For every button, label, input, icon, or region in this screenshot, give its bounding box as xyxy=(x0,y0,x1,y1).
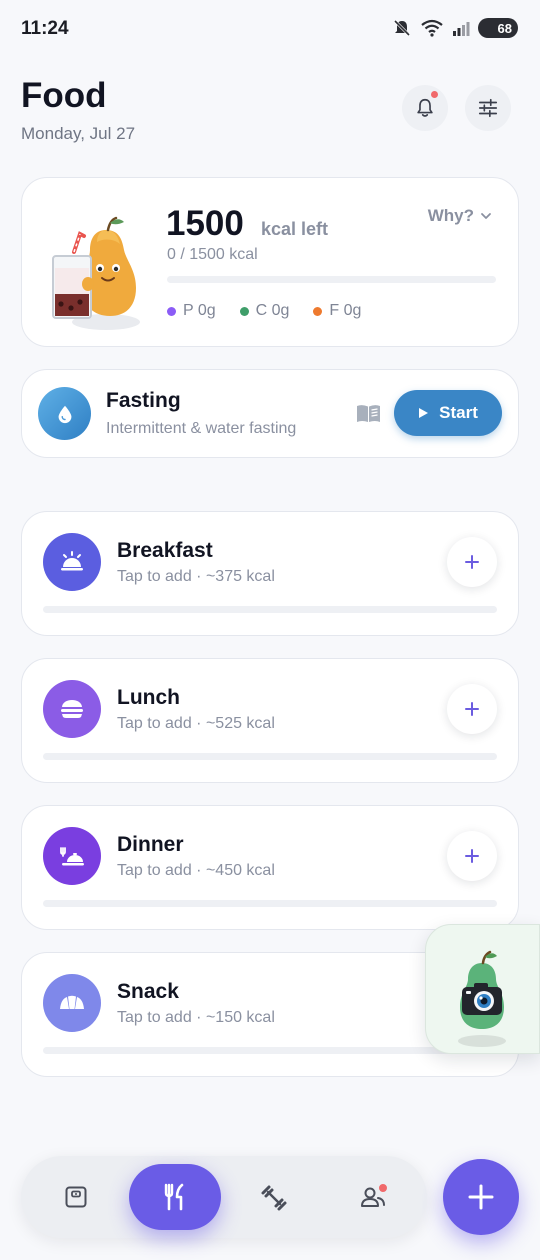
macro-protein-label: P 0g xyxy=(183,302,216,319)
dumbbell-icon xyxy=(261,1185,287,1211)
snack-subtitle: Tap to add · ~150 kcal xyxy=(117,1009,275,1026)
snack-title: Snack xyxy=(117,980,179,1003)
book-icon[interactable] xyxy=(355,403,382,424)
plus-icon xyxy=(465,702,479,716)
filter-settings-button[interactable] xyxy=(465,85,511,131)
lunch-subtitle: Tap to add · ~525 kcal xyxy=(117,715,275,732)
nav-exercise[interactable] xyxy=(260,1184,288,1217)
macro-carbs: C 0g xyxy=(239,302,290,320)
breakfast-icon-badge xyxy=(43,533,101,591)
fasting-title: Fasting xyxy=(106,389,181,412)
mute-icon xyxy=(393,19,411,37)
carbs-dot xyxy=(239,306,249,316)
meal-card-breakfast[interactable]: Breakfast Tap to add · ~375 kcal xyxy=(21,511,519,636)
nav-community[interactable] xyxy=(359,1182,389,1215)
macro-protein: P 0g xyxy=(167,302,216,320)
plus-icon xyxy=(465,555,479,569)
macro-fat-label: F 0g xyxy=(329,302,362,319)
fork-knife-icon xyxy=(164,1183,184,1211)
pear-mascot-icon xyxy=(52,216,140,330)
why-button[interactable]: Why? xyxy=(428,206,492,226)
sunrise-dish-icon xyxy=(61,551,83,571)
breakfast-subtitle: Tap to add · ~375 kcal xyxy=(117,568,275,585)
lunch-title: Lunch xyxy=(117,686,180,709)
chevron-down-icon xyxy=(481,213,491,219)
fasting-subtitle: Intermittent & water fasting xyxy=(106,420,297,437)
notification-badge xyxy=(429,89,440,100)
snack-progress-track xyxy=(43,1047,497,1054)
dinner-subtitle: Tap to add · ~450 kcal xyxy=(117,862,275,879)
nav-food[interactable] xyxy=(129,1164,221,1230)
dinner-progress-track xyxy=(43,900,497,907)
start-fasting-button[interactable]: Start xyxy=(394,390,502,436)
notifications-button[interactable] xyxy=(402,85,448,131)
page-date: Monday, Jul 27 xyxy=(21,124,136,143)
status-icons: 68 xyxy=(392,18,518,38)
wifi-icon xyxy=(421,19,443,37)
scale-icon xyxy=(65,1186,87,1208)
fasting-icon-badge xyxy=(38,387,91,440)
macro-row: P 0g C 0g F 0g xyxy=(167,302,361,320)
start-label: Start xyxy=(439,403,478,422)
camera-mascot-icon xyxy=(458,950,506,1047)
meal-card-lunch[interactable]: Lunch Tap to add · ~525 kcal xyxy=(21,658,519,783)
calorie-progress-track xyxy=(167,276,496,283)
add-food-fab[interactable] xyxy=(443,1159,519,1235)
photo-log-button[interactable] xyxy=(425,924,540,1054)
sliders-icon xyxy=(478,98,498,118)
page-title: Food xyxy=(21,76,107,115)
dinner-title: Dinner xyxy=(117,833,184,856)
add-lunch-button[interactable] xyxy=(447,684,497,734)
dinner-icon-badge xyxy=(43,827,101,885)
breakfast-title: Breakfast xyxy=(117,539,213,562)
nav-weight[interactable] xyxy=(64,1185,88,1214)
serving-dish-icon xyxy=(60,847,84,866)
protein-dot xyxy=(167,306,176,316)
croissant-icon xyxy=(60,995,84,1009)
why-label: Why? xyxy=(427,206,474,225)
burger-icon xyxy=(61,700,83,718)
macro-fat: F 0g xyxy=(313,302,361,320)
plus-icon xyxy=(468,1184,494,1210)
kcal-consumed-text: 0 / 1500 kcal xyxy=(167,246,258,263)
community-badge xyxy=(377,1182,389,1194)
breakfast-progress-track xyxy=(43,606,497,613)
kcal-left-unit: kcal left xyxy=(261,219,329,239)
battery-indicator: 68 xyxy=(478,18,518,38)
bell-icon xyxy=(417,98,433,117)
snack-icon-badge xyxy=(43,974,101,1032)
status-time: 11:24 xyxy=(21,18,69,39)
water-drop-icon xyxy=(58,405,71,423)
kcal-left-value: 1500 xyxy=(166,204,244,243)
fat-dot xyxy=(313,306,323,316)
lunch-progress-track xyxy=(43,753,497,760)
add-dinner-button[interactable] xyxy=(447,831,497,881)
signal-icon xyxy=(453,22,470,36)
battery-level: 68 xyxy=(497,20,512,36)
macro-carbs-label: C 0g xyxy=(255,302,290,319)
plus-icon xyxy=(465,849,479,863)
meal-card-dinner[interactable]: Dinner Tap to add · ~450 kcal xyxy=(21,805,519,930)
lunch-icon-badge xyxy=(43,680,101,738)
add-breakfast-button[interactable] xyxy=(447,537,497,587)
play-icon xyxy=(419,408,429,418)
